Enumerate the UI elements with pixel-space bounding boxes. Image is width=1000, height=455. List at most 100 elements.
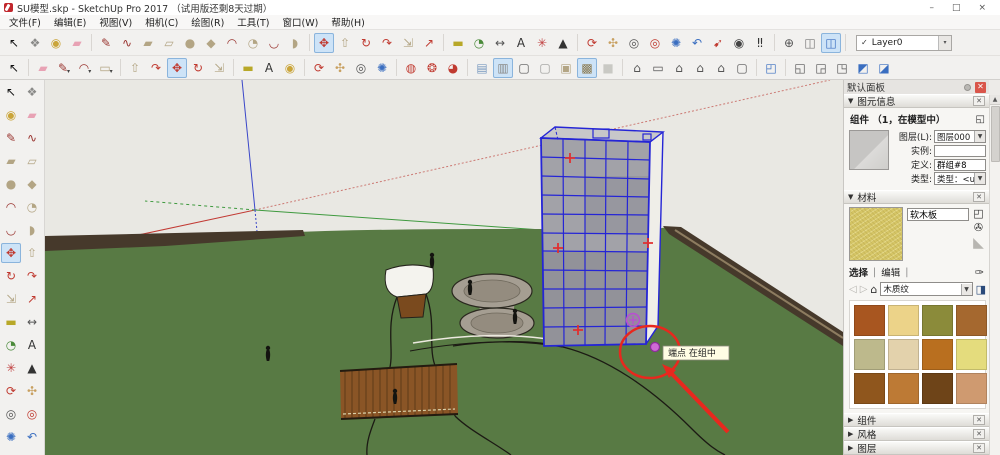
material-swatch-6[interactable] <box>888 339 919 370</box>
solid-split-button[interactable]: ◪ <box>874 58 894 78</box>
rail-eraser-button[interactable]: ▰ <box>22 105 42 125</box>
instance-input[interactable] <box>934 145 986 157</box>
style-monochrome-button[interactable]: ■ <box>598 58 618 78</box>
rail-orbit-button[interactable]: ⟳ <box>1 381 21 401</box>
selected-building-group[interactable] <box>541 127 663 352</box>
expand-triangle-icon[interactable]: ▶ <box>848 416 853 424</box>
arc-button[interactable]: ◠ <box>222 33 242 53</box>
close-button[interactable]: × <box>978 1 986 15</box>
material-swatch-8[interactable] <box>956 339 987 370</box>
match-photo-button[interactable]: ◍ <box>401 58 421 78</box>
menu-draw[interactable]: 绘图(R) <box>191 15 224 29</box>
3d-text-button[interactable]: ▲ <box>553 33 573 53</box>
arc-flyout-button[interactable]: ◠▾ <box>75 58 95 78</box>
layers-section-bar[interactable]: ▶图层✕ <box>844 441 989 455</box>
rail-two-point-arc-button[interactable]: ◡ <box>1 220 21 240</box>
offset-button[interactable]: ↗ <box>419 33 439 53</box>
solid-trim-button[interactable]: ◳ <box>832 58 852 78</box>
rail-line-button[interactable]: ✎ <box>1 128 21 148</box>
secondary-pane-toggle-icon[interactable]: ◰ <box>973 208 983 219</box>
chevron-down-icon[interactable]: ▼ <box>974 131 985 142</box>
circle-button[interactable]: ● <box>180 33 200 53</box>
minimize-button[interactable]: – <box>929 1 934 15</box>
style-wireframe-button[interactable]: ▢ <box>514 58 534 78</box>
pie-button[interactable]: ◔ <box>243 33 263 53</box>
style-xray-button[interactable]: ▤ <box>472 58 492 78</box>
sample-paint-eyedropper-icon[interactable]: ✑ <box>975 266 986 279</box>
definition-input[interactable] <box>934 159 986 171</box>
position-camera-button[interactable]: ➹ <box>708 33 728 53</box>
three-point-arc-button[interactable]: ◗ <box>285 33 305 53</box>
zoom-button[interactable]: ◎ <box>624 33 644 53</box>
rail-pan-button[interactable]: ✣ <box>22 381 42 401</box>
protractor-button[interactable]: ◔ <box>469 33 489 53</box>
viewport-canvas[interactable]: 端点 在组中 <box>45 80 843 455</box>
pencil-flyout-button[interactable]: ✎▾ <box>54 58 74 78</box>
material-swatch-1[interactable] <box>854 305 885 336</box>
scroll-up-icon[interactable]: ▲ <box>990 95 1000 105</box>
rectangle-flyout-button[interactable]: ▭▾ <box>96 58 116 78</box>
material-swatch-10[interactable] <box>888 373 919 404</box>
outer-shell-button[interactable]: ◰ <box>761 58 781 78</box>
material-swatch-4[interactable] <box>956 305 987 336</box>
line-button[interactable]: ✎ <box>96 33 116 53</box>
maximize-button[interactable]: □ <box>952 1 961 15</box>
rail-push-pull-button[interactable]: ⇧ <box>22 243 42 263</box>
menu-view[interactable]: 视图(V) <box>99 15 132 29</box>
layer-select[interactable]: 图层000 ▼ <box>934 130 986 143</box>
menu-help[interactable]: 帮助(H) <box>331 15 365 29</box>
material-swatch-7[interactable] <box>922 339 953 370</box>
view-back-button[interactable]: ⌂ <box>711 58 731 78</box>
push-pull-button[interactable]: ⇧ <box>335 33 355 53</box>
style-back-edges-button[interactable]: ▥ <box>493 58 513 78</box>
look-around-button[interactable]: ◉ <box>729 33 749 53</box>
styles-close-button[interactable]: ✕ <box>973 429 985 439</box>
solid-subtract-button[interactable]: ◲ <box>811 58 831 78</box>
material-name-input[interactable] <box>907 208 969 221</box>
create-material-button[interactable]: ✇ <box>974 222 983 233</box>
rail-pie-button[interactable]: ◔ <box>22 197 42 217</box>
chevron-down-icon[interactable]: ▾ <box>938 36 951 50</box>
materials-close-button[interactable]: ✕ <box>973 192 985 202</box>
rail-protractor-button[interactable]: ◔ <box>1 335 21 355</box>
material-swatch-3[interactable] <box>922 305 953 336</box>
add-location-button[interactable]: ❂ <box>422 58 442 78</box>
rectangle-flyout-dropdown-icon[interactable]: ▾ <box>110 68 113 77</box>
menu-file[interactable]: 文件(F) <box>9 15 41 29</box>
material-swatch-2[interactable] <box>888 305 919 336</box>
rail-select-button[interactable]: ↖ <box>1 82 21 102</box>
follow-me-button[interactable]: ↷ <box>377 33 397 53</box>
walk-button[interactable]: ‼ <box>750 33 770 53</box>
rail-circle-button[interactable]: ● <box>1 174 21 194</box>
panel-scrollbar[interactable]: ▲ <box>989 95 1000 455</box>
tape-measure-button[interactable]: ▬ <box>448 33 468 53</box>
material-swatch-12[interactable] <box>956 373 987 404</box>
zoom-extents-2-button[interactable]: ✺ <box>372 58 392 78</box>
eraser-2-button[interactable]: ▰ <box>33 58 53 78</box>
view-right-button[interactable]: ⌂ <box>690 58 710 78</box>
tray-close-button[interactable]: ✕ <box>975 82 986 93</box>
zoom-window-button[interactable]: ◎ <box>645 33 665 53</box>
pencil-flyout-dropdown-icon[interactable]: ▾ <box>67 68 70 77</box>
tab-edit[interactable]: 编辑 <box>881 265 900 279</box>
type-select[interactable]: 类型：<unde... ▼ <box>934 172 986 185</box>
rail-axes-button[interactable]: ✳ <box>1 358 21 378</box>
section-plane-button[interactable]: ⊕ <box>779 33 799 53</box>
zoom-extents-button[interactable]: ✺ <box>666 33 686 53</box>
display-section-fill-button[interactable]: ◫ <box>821 33 841 53</box>
text-button[interactable]: A <box>511 33 531 53</box>
rotated-rectangle-button[interactable]: ▱ <box>159 33 179 53</box>
collapse-triangle-icon[interactable]: ▼ <box>848 97 853 105</box>
chevron-down-icon[interactable]: ▼ <box>974 173 985 184</box>
photo-textures-button[interactable]: ◕ <box>443 58 463 78</box>
rail-move-button[interactable]: ✥ <box>1 243 21 263</box>
view-top-button[interactable]: ▭ <box>648 58 668 78</box>
eraser-button[interactable]: ▰ <box>67 33 87 53</box>
rail-rotate-button[interactable]: ↻ <box>1 266 21 286</box>
dimension-button[interactable]: ↔ <box>490 33 510 53</box>
rail-make-component-button[interactable]: ❖ <box>22 82 42 102</box>
rail-arc-button[interactable]: ◠ <box>1 197 21 217</box>
solid-intersect-button[interactable]: ◩ <box>853 58 873 78</box>
scrollbar-thumb[interactable] <box>991 106 1000 162</box>
axes-button[interactable]: ✳ <box>532 33 552 53</box>
